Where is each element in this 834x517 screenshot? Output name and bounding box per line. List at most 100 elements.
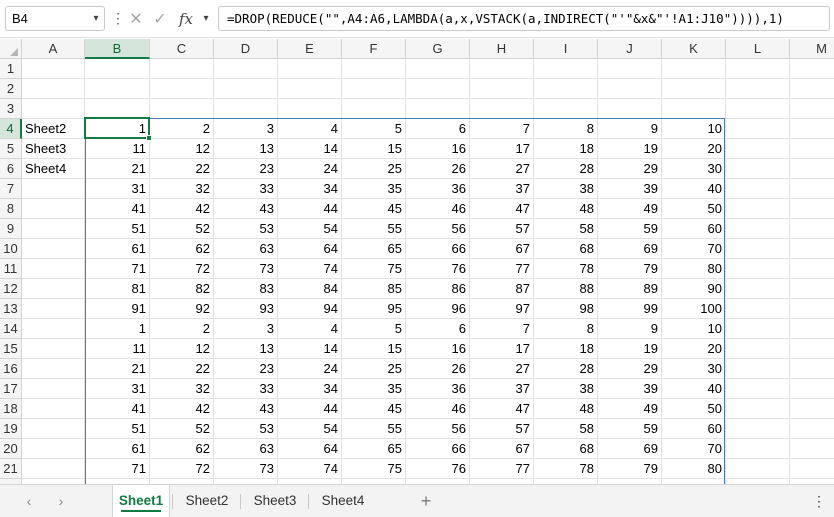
- cell-c4[interactable]: 2: [150, 119, 214, 139]
- cell-j6[interactable]: 29: [598, 159, 662, 179]
- cell-c1[interactable]: [150, 59, 214, 79]
- cell-g11[interactable]: 76: [406, 259, 470, 279]
- cell-d21[interactable]: 73: [214, 459, 278, 479]
- cell-k4[interactable]: 10: [662, 119, 726, 139]
- cell-i17[interactable]: 38: [534, 379, 598, 399]
- cell-i8[interactable]: 48: [534, 199, 598, 219]
- cell-k11[interactable]: 80: [662, 259, 726, 279]
- cell-f9[interactable]: 55: [342, 219, 406, 239]
- cell-g13[interactable]: 96: [406, 299, 470, 319]
- cell-i4[interactable]: 8: [534, 119, 598, 139]
- cell-l20[interactable]: [726, 439, 790, 459]
- cell-a18[interactable]: [22, 399, 85, 419]
- cell-k20[interactable]: 70: [662, 439, 726, 459]
- cell-c7[interactable]: 32: [150, 179, 214, 199]
- cell-a9[interactable]: [22, 219, 85, 239]
- cell-a15[interactable]: [22, 339, 85, 359]
- cell-g3[interactable]: [406, 99, 470, 119]
- cell-g17[interactable]: 36: [406, 379, 470, 399]
- column-header-m[interactable]: M: [790, 39, 834, 59]
- cell-f12[interactable]: 85: [342, 279, 406, 299]
- cell-f3[interactable]: [342, 99, 406, 119]
- cell-c21[interactable]: 72: [150, 459, 214, 479]
- cell-e21[interactable]: 74: [278, 459, 342, 479]
- cell-l13[interactable]: [726, 299, 790, 319]
- cell-f2[interactable]: [342, 79, 406, 99]
- cell-b7[interactable]: 31: [85, 179, 150, 199]
- cell-g21[interactable]: 76: [406, 459, 470, 479]
- row-header[interactable]: 10: [0, 239, 22, 259]
- cell-g20[interactable]: 66: [406, 439, 470, 459]
- cell-m8[interactable]: [790, 199, 834, 219]
- cell-c13[interactable]: 92: [150, 299, 214, 319]
- cell-j7[interactable]: 39: [598, 179, 662, 199]
- cell-l10[interactable]: [726, 239, 790, 259]
- cell-f13[interactable]: 95: [342, 299, 406, 319]
- cell-f15[interactable]: 15: [342, 339, 406, 359]
- column-header-e[interactable]: E: [278, 39, 342, 59]
- cell-e14[interactable]: 4: [278, 319, 342, 339]
- cell-f16[interactable]: 25: [342, 359, 406, 379]
- cell-l6[interactable]: [726, 159, 790, 179]
- cell-m13[interactable]: [790, 299, 834, 319]
- cell-a16[interactable]: [22, 359, 85, 379]
- cell-i11[interactable]: 78: [534, 259, 598, 279]
- cell-c5[interactable]: 12: [150, 139, 214, 159]
- cell-b20[interactable]: 61: [85, 439, 150, 459]
- cell-a5[interactable]: Sheet3: [22, 139, 85, 159]
- cell-i6[interactable]: 28: [534, 159, 598, 179]
- cell-i15[interactable]: 18: [534, 339, 598, 359]
- cell-j18[interactable]: 49: [598, 399, 662, 419]
- cell-h9[interactable]: 57: [470, 219, 534, 239]
- cell-l12[interactable]: [726, 279, 790, 299]
- cell-f11[interactable]: 75: [342, 259, 406, 279]
- cell-m20[interactable]: [790, 439, 834, 459]
- cell-f19[interactable]: 55: [342, 419, 406, 439]
- cell-j9[interactable]: 59: [598, 219, 662, 239]
- sheet-tab-sheet2[interactable]: Sheet2: [174, 485, 240, 517]
- cell-h13[interactable]: 97: [470, 299, 534, 319]
- cell-g10[interactable]: 66: [406, 239, 470, 259]
- cell-b11[interactable]: 71: [85, 259, 150, 279]
- cell-m18[interactable]: [790, 399, 834, 419]
- column-header-l[interactable]: L: [726, 39, 790, 59]
- cell-e1[interactable]: [278, 59, 342, 79]
- cell-d17[interactable]: 33: [214, 379, 278, 399]
- cell-i7[interactable]: 38: [534, 179, 598, 199]
- cell-l7[interactable]: [726, 179, 790, 199]
- cell-m21[interactable]: [790, 459, 834, 479]
- row-header[interactable]: 17: [0, 379, 22, 399]
- cell-l16[interactable]: [726, 359, 790, 379]
- cell-i12[interactable]: 88: [534, 279, 598, 299]
- cell-d19[interactable]: 53: [214, 419, 278, 439]
- select-all-corner[interactable]: [0, 39, 22, 59]
- row-header[interactable]: 12: [0, 279, 22, 299]
- insert-function-button[interactable]: fx: [172, 7, 200, 31]
- column-header-f[interactable]: F: [342, 39, 406, 59]
- row-header[interactable]: 16: [0, 359, 22, 379]
- cell-f10[interactable]: 65: [342, 239, 406, 259]
- row-header[interactable]: 3: [0, 99, 22, 119]
- cell-a11[interactable]: [22, 259, 85, 279]
- cell-m15[interactable]: [790, 339, 834, 359]
- cell-h17[interactable]: 37: [470, 379, 534, 399]
- cell-a6[interactable]: Sheet4: [22, 159, 85, 179]
- cell-j10[interactable]: 69: [598, 239, 662, 259]
- cell-g4[interactable]: 6: [406, 119, 470, 139]
- cell-e3[interactable]: [278, 99, 342, 119]
- row-header[interactable]: 21: [0, 459, 22, 479]
- cell-c17[interactable]: 32: [150, 379, 214, 399]
- cell-g1[interactable]: [406, 59, 470, 79]
- cell-f4[interactable]: 5: [342, 119, 406, 139]
- cell-j2[interactable]: [598, 79, 662, 99]
- cell-h6[interactable]: 27: [470, 159, 534, 179]
- cell-j14[interactable]: 9: [598, 319, 662, 339]
- cell-g7[interactable]: 36: [406, 179, 470, 199]
- cell-b2[interactable]: [85, 79, 150, 99]
- prev-sheet-icon[interactable]: ‹: [18, 491, 40, 511]
- cell-f6[interactable]: 25: [342, 159, 406, 179]
- cell-m5[interactable]: [790, 139, 834, 159]
- cell-b18[interactable]: 41: [85, 399, 150, 419]
- cell-e13[interactable]: 94: [278, 299, 342, 319]
- cell-j11[interactable]: 79: [598, 259, 662, 279]
